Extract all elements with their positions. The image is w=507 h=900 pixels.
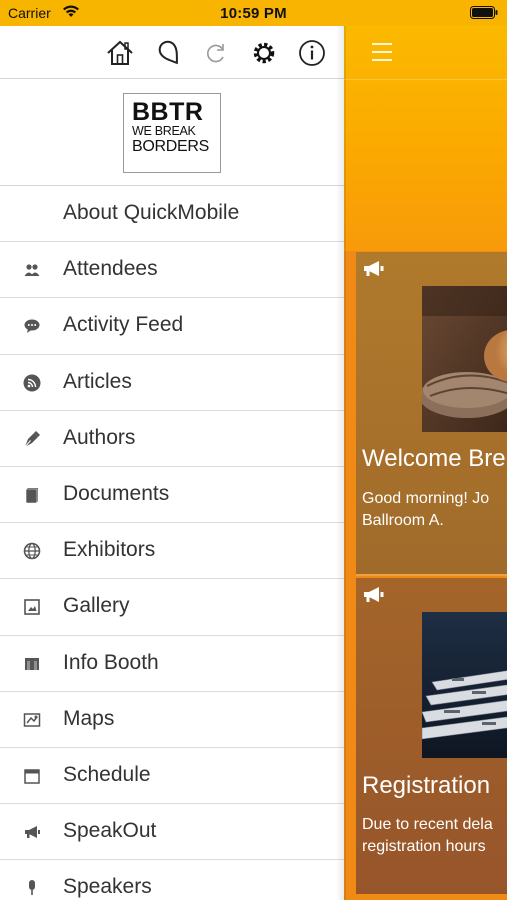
battery-icon <box>470 6 498 19</box>
megaphone-icon <box>23 823 41 841</box>
menu-item-maps[interactable]: Maps <box>0 692 344 748</box>
menu-item-about-quickmobile[interactable]: About QuickMobile <box>0 186 344 243</box>
logo-subtitle-line2: BORDERS <box>132 138 210 155</box>
menu-item-articles[interactable]: Articles <box>0 355 344 411</box>
main-header <box>344 26 507 251</box>
menu-item-label: Schedule <box>63 762 151 786</box>
menu-item-label: Exhibitors <box>63 538 156 562</box>
calendar-icon <box>23 767 41 785</box>
rss-icon <box>23 374 41 392</box>
card-text: Good morning! Jo Ballroom A. <box>362 488 507 532</box>
menu-item-label: Authors <box>63 425 136 449</box>
settings-icon[interactable] <box>248 37 280 69</box>
menu-item-label: Activity Feed <box>63 313 184 337</box>
map-pin-icon[interactable] <box>154 37 186 69</box>
picture-icon <box>23 598 41 616</box>
menu-item-label: Info Booth <box>63 650 159 674</box>
header-divider <box>344 79 507 80</box>
home-icon[interactable] <box>104 37 136 69</box>
announcement-card[interactable]: Registration Due to recent dela registra… <box>356 578 507 894</box>
card-text-line: registration hours <box>362 838 486 855</box>
menu-toolbar <box>0 26 344 79</box>
info-icon[interactable] <box>296 37 328 69</box>
menu-item-documents[interactable]: Documents <box>0 467 344 524</box>
main-page: Welcome Bre Good morning! Jo Ballroom A. <box>344 0 507 900</box>
card-image-name-badges <box>422 612 507 758</box>
card-text-line: Ballroom A. <box>362 512 444 529</box>
card-text-line: Due to recent dela <box>362 816 493 833</box>
menu-item-label: About QuickMobile <box>63 201 240 224</box>
people-icon <box>23 261 41 279</box>
event-logo: BBTR WE BREAK BORDERS <box>123 93 221 173</box>
card-text: Due to recent dela registration hours <box>362 814 507 858</box>
menu-item-exhibitors[interactable]: Exhibitors <box>0 523 344 580</box>
logo-subtitle-line1: WE BREAK <box>132 124 196 138</box>
globe-icon <box>23 542 41 560</box>
menu-item-label: Documents <box>63 481 170 505</box>
menu-item-label: Speakers <box>63 875 152 899</box>
menu-item-schedule[interactable]: Schedule <box>0 748 344 805</box>
menu-item-label: Gallery <box>63 594 130 618</box>
menu-item-info-booth[interactable]: Info Booth <box>0 636 344 692</box>
microphone-icon <box>23 879 41 897</box>
map-icon <box>23 711 41 729</box>
menu-item-authors[interactable]: Authors <box>0 411 344 467</box>
megaphone-icon <box>364 587 384 602</box>
menu-item-activity-feed[interactable]: Activity Feed <box>0 298 344 355</box>
menu-item-speakout[interactable]: SpeakOut <box>0 804 344 861</box>
logo-title: BBTR <box>132 98 204 126</box>
card-title: Registration <box>362 772 491 799</box>
announcement-card[interactable]: Welcome Bre Good morning! Jo Ballroom A. <box>356 252 507 576</box>
menu-item-label: Articles <box>63 369 132 393</box>
menu-item-gallery[interactable]: Gallery <box>0 579 344 636</box>
card-text-line: Good morning! Jo <box>362 490 490 507</box>
menu-item-speakers[interactable]: Speakers <box>0 860 344 900</box>
pen-nib-icon <box>23 430 41 448</box>
status-time: 10:59 PM <box>220 5 287 22</box>
menu-item-label: Maps <box>63 706 115 730</box>
booth-icon <box>23 655 41 673</box>
chat-bubble-icon <box>23 317 41 335</box>
card-image-bread-basket <box>422 286 507 432</box>
menu-item-label: SpeakOut <box>63 819 157 843</box>
menu-item-label: Attendees <box>63 257 158 281</box>
menu-list: About QuickMobile Attendees Activity Fee… <box>0 186 344 900</box>
side-menu-panel: BBTR WE BREAK BORDERS About QuickMobile … <box>0 26 344 900</box>
card-title: Welcome Bre <box>362 445 506 472</box>
event-logo-area: BBTR WE BREAK BORDERS <box>0 79 344 186</box>
hamburger-menu-icon[interactable] <box>372 43 394 61</box>
megaphone-icon <box>364 261 384 276</box>
menu-item-attendees[interactable]: Attendees <box>0 242 344 299</box>
document-icon <box>23 486 41 504</box>
panel-shadow <box>336 0 346 900</box>
refresh-icon[interactable] <box>200 37 232 69</box>
status-bar: Carrier 10:59 PM <box>0 0 507 26</box>
